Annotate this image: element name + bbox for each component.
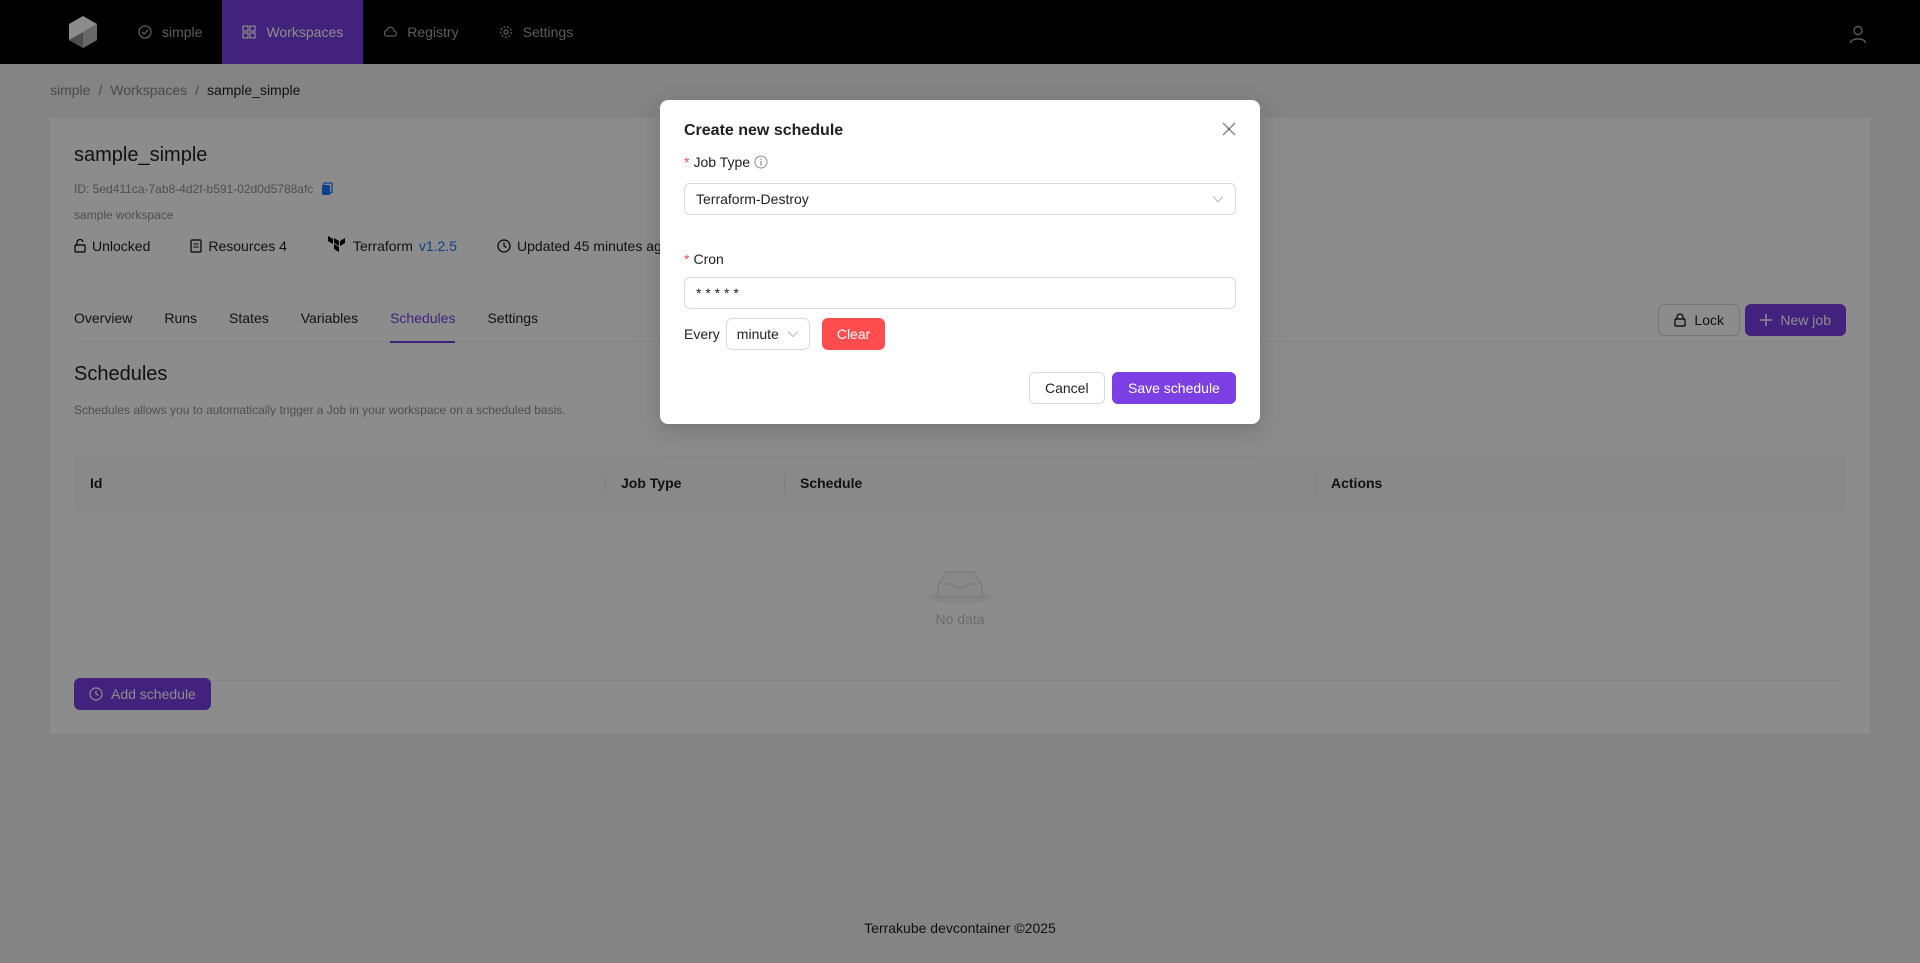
job-type-label-text: Job Type [693, 154, 751, 170]
cron-input[interactable]: * * * * * [684, 277, 1236, 309]
job-type-label: * Job Type [684, 154, 768, 170]
cron-label: * Cron [684, 251, 724, 267]
create-schedule-modal: Create new schedule * Job Type Terraform… [660, 100, 1260, 424]
every-label: Every [684, 326, 720, 342]
chevron-down-icon [1212, 196, 1224, 203]
cancel-button[interactable]: Cancel [1029, 372, 1105, 404]
chevron-down-icon [787, 331, 799, 338]
period-value: minute [736, 326, 779, 342]
close-icon[interactable] [1218, 118, 1240, 140]
cron-builder: Every minute Clear [684, 318, 886, 350]
clear-button[interactable]: Clear [821, 318, 886, 350]
modal-title: Create new schedule [684, 122, 844, 139]
job-type-select[interactable]: Terraform-Destroy [684, 183, 1236, 215]
info-icon[interactable] [754, 155, 768, 169]
cron-value: * * * * * [696, 285, 739, 301]
period-select[interactable]: minute [725, 318, 810, 350]
save-schedule-button[interactable]: Save schedule [1112, 372, 1236, 404]
cron-label-text: Cron [693, 251, 724, 267]
job-type-value: Terraform-Destroy [696, 191, 809, 207]
